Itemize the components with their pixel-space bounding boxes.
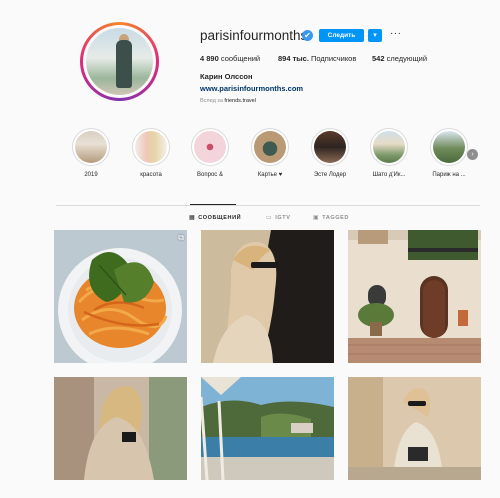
- followed-by-text: Вслед за friends.travel: [200, 98, 256, 104]
- highlight-cover: [373, 131, 405, 163]
- verified-badge-icon: ✔: [302, 30, 313, 41]
- more-options-icon[interactable]: ···: [390, 28, 402, 39]
- post-thumbnail[interactable]: ⧉: [54, 230, 187, 363]
- post-image-woman-coat: [54, 377, 187, 480]
- follow-button[interactable]: Следить: [319, 29, 364, 42]
- highlights-next-arrow-icon[interactable]: ›: [467, 149, 478, 160]
- posts-count: 4 890: [200, 54, 219, 63]
- highlight-ring: [191, 128, 229, 166]
- posts-count-stat: 4 890 сообщений: [200, 54, 260, 63]
- highlight-item[interactable]: красота: [130, 128, 172, 178]
- profile-avatar[interactable]: [80, 22, 159, 101]
- tab-igtv-label: IGTV: [275, 215, 291, 221]
- followed-by-prefix: Вслед за: [200, 98, 223, 104]
- tab-posts[interactable]: ▦ СООБЩЕНИЙ: [189, 214, 241, 221]
- profile-full-name: Карин Олссон: [200, 72, 253, 81]
- post-image-woman-blazer: [348, 377, 481, 480]
- highlight-item[interactable]: Эсте Лодер: [309, 128, 351, 178]
- post-thumbnail[interactable]: [348, 377, 481, 480]
- tab-tagged[interactable]: ▣ TAGGED: [313, 214, 349, 221]
- active-tab-indicator: [190, 204, 236, 205]
- followed-by-user-link[interactable]: friends.travel: [224, 98, 256, 104]
- highlight-item[interactable]: 2019: [70, 128, 112, 178]
- tab-posts-label: СООБЩЕНИЙ: [198, 215, 242, 221]
- post-thumbnail[interactable]: [201, 230, 334, 363]
- highlight-ring: [251, 128, 289, 166]
- highlight-cover: [135, 131, 167, 163]
- highlight-cover: [314, 131, 346, 163]
- tv-icon: ▭: [266, 215, 273, 221]
- highlight-ring: [132, 128, 170, 166]
- tabs-divider: [56, 205, 480, 206]
- highlight-ring: [370, 128, 408, 166]
- highlight-label: Картье ♥: [257, 172, 283, 178]
- post-thumbnail[interactable]: [54, 377, 187, 480]
- posts-label: сообщений: [220, 54, 261, 63]
- tab-igtv[interactable]: ▭ IGTV: [266, 214, 291, 221]
- highlight-item[interactable]: Шато д'Ик...: [368, 128, 410, 178]
- highlight-item[interactable]: Вопрос &: [189, 128, 231, 178]
- profile-website-link[interactable]: www.parisinfourmonths.com: [200, 84, 303, 93]
- grid-icon: ▦: [189, 215, 196, 221]
- suggestions-dropdown-button[interactable]: ▾: [368, 29, 382, 42]
- avatar-image: [86, 28, 153, 95]
- highlight-ring: [430, 128, 468, 166]
- post-image-portrait-sunglasses: [201, 230, 334, 363]
- multi-post-icon: ⧉: [178, 233, 184, 242]
- highlight-label: Шато д'Ик...: [372, 172, 406, 178]
- highlight-label: Париж на ...: [432, 172, 466, 178]
- highlight-label: 2019: [84, 172, 98, 178]
- following-stat[interactable]: 542 следующий: [372, 54, 427, 63]
- avatar-figure-body: [116, 40, 132, 88]
- highlight-cover: [194, 131, 226, 163]
- post-image-pasta: [54, 230, 187, 363]
- followers-label: Подписчиков: [311, 54, 357, 63]
- highlight-item[interactable]: Париж на ...: [428, 128, 470, 178]
- highlight-item[interactable]: Картье ♥: [249, 128, 291, 178]
- highlight-ring: [72, 128, 110, 166]
- highlight-cover: [433, 131, 465, 163]
- following-count: 542: [372, 54, 385, 63]
- post-image-villa: [348, 230, 481, 363]
- followers-count: 894 тыс.: [278, 54, 309, 63]
- highlight-cover: [254, 131, 286, 163]
- tab-tagged-label: TAGGED: [322, 215, 350, 221]
- post-thumbnail[interactable]: [348, 230, 481, 363]
- highlight-ring: [311, 128, 349, 166]
- post-image-seaside: [201, 377, 334, 480]
- post-thumbnail[interactable]: [201, 377, 334, 480]
- followers-stat[interactable]: 894 тыс. Подписчиков: [278, 54, 356, 63]
- tag-icon: ▣: [313, 215, 320, 221]
- avatar-border: [83, 25, 156, 98]
- profile-username: parisinfourmonths: [200, 28, 308, 43]
- highlight-cover: [75, 131, 107, 163]
- following-label: следующий: [386, 54, 428, 63]
- highlight-label: Эсте Лодер: [313, 172, 347, 178]
- highlight-label: Вопрос &: [197, 172, 223, 178]
- highlight-label: красота: [140, 172, 162, 178]
